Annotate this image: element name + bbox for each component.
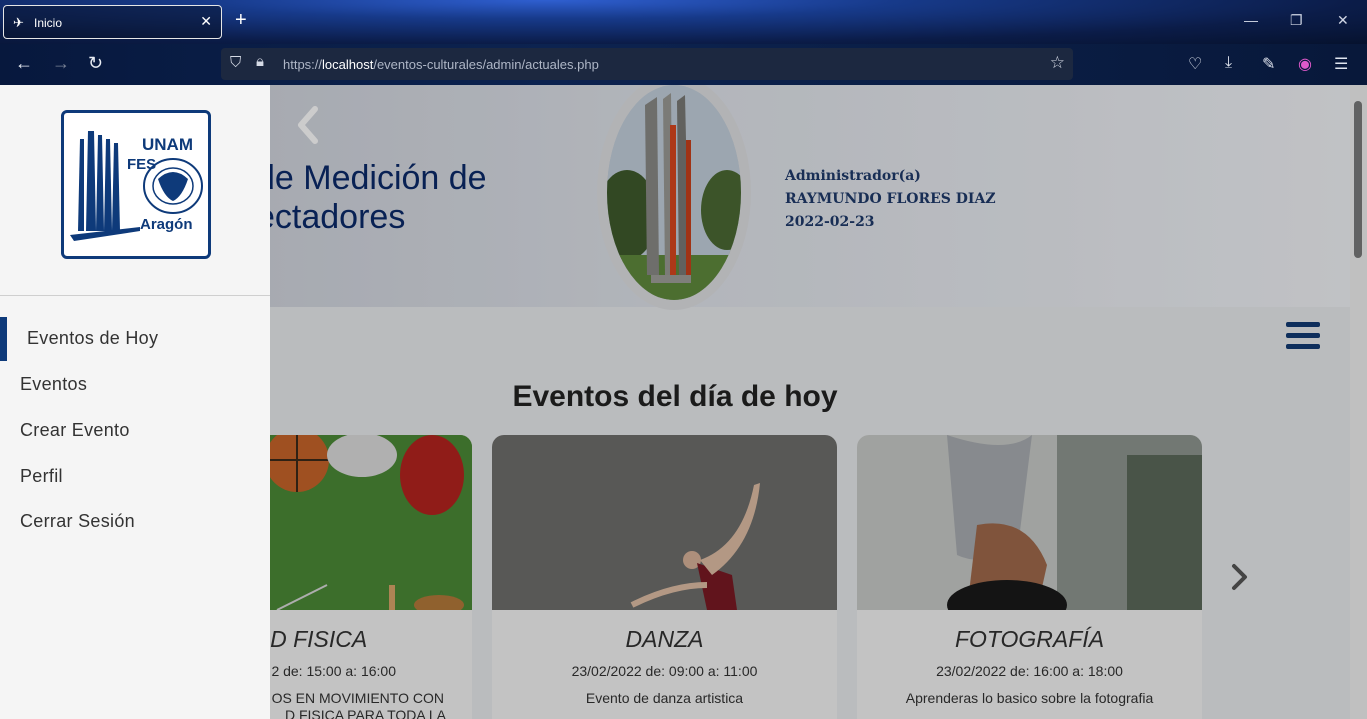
sidebar: UNAM FES Aragón Eventos de Hoy Eventos C… — [0, 85, 270, 719]
logo-unam-text: UNAM — [142, 135, 193, 154]
back-icon[interactable]: ← — [15, 53, 33, 74]
window-close-icon[interactable]: ✕ — [1337, 12, 1349, 29]
broadcast-icon[interactable]: ◉ — [1298, 54, 1312, 74]
bookmark-star-icon[interactable]: ☆ — [1050, 53, 1065, 73]
hamburger-menu-icon[interactable]: ☰ — [1334, 54, 1348, 74]
tab-close-icon[interactable]: ✕ — [200, 13, 212, 30]
sidebar-item-eventos-hoy[interactable]: Eventos de Hoy — [27, 328, 158, 349]
minimize-icon[interactable]: — — [1244, 12, 1258, 28]
unam-seal-icon — [143, 158, 203, 214]
unam-fes-logo: UNAM FES Aragón — [61, 110, 211, 259]
sidebar-divider — [0, 295, 270, 296]
shield-icon[interactable]: ⛉ — [230, 54, 241, 71]
reload-icon[interactable]: ↻ — [88, 53, 103, 74]
sidebar-item-cerrar-sesion[interactable]: Cerrar Sesión — [20, 511, 135, 532]
browser-tab[interactable]: ✈ Inicio ✕ — [3, 5, 222, 39]
url-text[interactable]: https://localhost/eventos-culturales/adm… — [283, 57, 599, 72]
favicon-icon: ✈ — [13, 15, 24, 30]
tab-title: Inicio — [34, 16, 63, 30]
forward-icon[interactable]: → — [52, 53, 70, 74]
pocket-icon[interactable]: ♡ — [1188, 54, 1202, 74]
page-viewport: de Medición de ectadores Administrador(a… — [0, 85, 1367, 719]
logo-aragon-text: Aragón — [140, 216, 193, 233]
active-indicator — [0, 317, 7, 361]
sidebar-item-eventos[interactable]: Eventos — [20, 374, 87, 395]
download-icon[interactable]: ⤓ — [1225, 54, 1232, 72]
url-bar[interactable]: ⛉ 🔒︎ https://localhost/eventos-culturale… — [221, 48, 1073, 80]
wrench-icon[interactable]: ✎ — [1262, 54, 1275, 74]
logo-fes-text: FES — [127, 156, 157, 173]
browser-tabbar: ✈ Inicio ✕ + — ❐ ✕ — [0, 0, 1367, 44]
restore-icon[interactable]: ❐ — [1290, 12, 1303, 29]
new-tab-button[interactable]: + — [235, 9, 247, 32]
sidebar-item-crear-evento[interactable]: Crear Evento — [20, 420, 130, 441]
lock-icon[interactable]: 🔒︎ — [256, 53, 264, 70]
sidebar-item-perfil[interactable]: Perfil — [20, 466, 63, 487]
